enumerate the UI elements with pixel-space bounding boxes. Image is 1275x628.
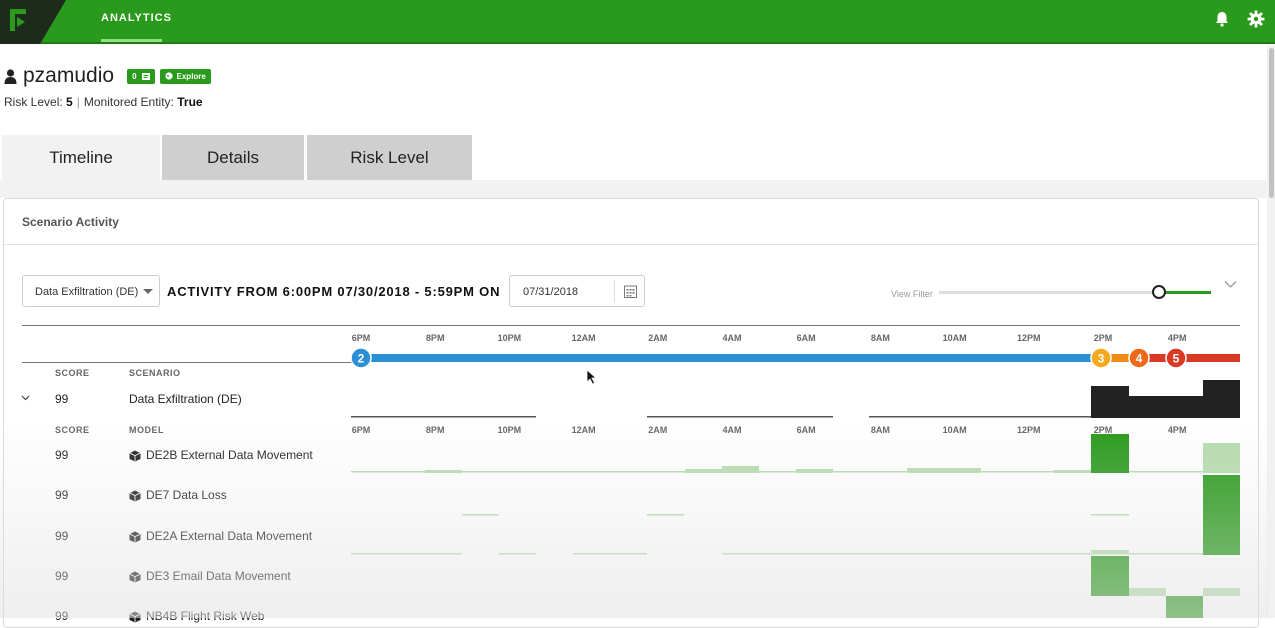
- mouse-pointer-icon: [586, 369, 597, 385]
- model-activity-bar: [685, 469, 722, 473]
- model-activity-bar: [1203, 588, 1240, 596]
- svg-text:3: 3: [1098, 352, 1105, 366]
- model-activity-bar: [796, 469, 833, 473]
- model-activity-bar: [1203, 475, 1240, 555]
- monitored-entity-label: Monitored Entity:: [83, 95, 174, 109]
- scenario-baseline-segment: [647, 416, 833, 418]
- explore-button[interactable]: Explore: [159, 68, 211, 84]
- user-icon: [4, 68, 17, 84]
- model-activity-bar: [1203, 443, 1240, 473]
- calendar-icon[interactable]: [624, 285, 637, 298]
- view-filter-fill: [1159, 291, 1211, 294]
- scenario-activity-bar: [1203, 380, 1240, 418]
- model-activity-bar: [907, 468, 981, 473]
- svg-text:5: 5: [1173, 352, 1180, 366]
- model-baseline-segment: [573, 553, 647, 555]
- scenario-baseline-segment: [351, 416, 536, 418]
- monitored-entity-value: True: [177, 95, 203, 109]
- model-activity-bar: [1091, 550, 1129, 554]
- scenario-select[interactable]: Data Exfiltration (DE): [22, 275, 160, 307]
- model-baseline-segment: [1129, 471, 1203, 473]
- risk-level-value: 5: [66, 95, 73, 109]
- nav-tab-indicator: [101, 39, 162, 42]
- explore-label: Explore: [176, 71, 206, 81]
- risk-band-segment: [361, 354, 1101, 362]
- risk-level-marker[interactable]: 2: [350, 347, 372, 369]
- note-icon: [141, 72, 150, 80]
- panel-title: Scenario Activity: [22, 215, 119, 229]
- timeline-top-rule: [22, 325, 1240, 326]
- view-filter-label: View Filter: [891, 289, 933, 299]
- tab-content-bar: [0, 180, 1268, 198]
- model-activity-bar: [1091, 434, 1129, 473]
- model-baseline-segment: [647, 514, 684, 516]
- scenario-baseline-segment: [869, 416, 1091, 418]
- user-header: pzamudio 0 Explore: [4, 64, 211, 88]
- model-activity-bar: [1054, 470, 1091, 473]
- nav-tab-analytics[interactable]: ANALYTICS: [101, 12, 172, 24]
- username: pzamudio: [23, 64, 115, 87]
- notes-badge[interactable]: 0: [127, 68, 155, 84]
- top-nav-bar: [0, 0, 1275, 44]
- model-activity-chart: [351, 434, 1240, 618]
- scenario-activity-bar: [1091, 386, 1129, 418]
- model-activity-bar: [425, 470, 462, 473]
- date-value[interactable]: 07/31/2018: [523, 286, 578, 298]
- risk-level-marker[interactable]: 5: [1165, 347, 1187, 369]
- tab-risk-level[interactable]: Risk Level: [307, 135, 472, 180]
- scenario-activity-bar: [1129, 396, 1203, 418]
- view-filter-handle[interactable]: [1152, 285, 1166, 299]
- risk-level-label: Risk Level:: [4, 95, 63, 109]
- caret-down-icon[interactable]: [143, 289, 153, 294]
- chevron-down-icon[interactable]: [1224, 280, 1237, 289]
- globe-icon: [164, 72, 173, 80]
- forcepoint-logo-icon: [10, 9, 26, 31]
- model-baseline-segment: [722, 553, 1203, 555]
- tab-timeline[interactable]: Timeline: [2, 135, 160, 180]
- activity-range-label: ACTIVITY FROM 6:00PM 07/30/2018 - 5:59PM…: [167, 284, 501, 299]
- notes-count: 0: [132, 71, 137, 81]
- risk-level-marker[interactable]: 4: [1128, 347, 1150, 369]
- model-baseline-segment: [351, 553, 462, 555]
- model-baseline-segment: [462, 514, 499, 516]
- model-activity-bar: [722, 466, 759, 473]
- panel-header: Scenario Activity: [4, 199, 1258, 245]
- scrollbar-thumb[interactable]: [1269, 48, 1274, 198]
- model-activity-bar: [1166, 596, 1203, 618]
- bell-icon[interactable]: [1213, 10, 1231, 28]
- svg-text:4: 4: [1136, 352, 1143, 366]
- risk-band-segment: [1139, 354, 1240, 362]
- risk-level-marker[interactable]: 3: [1090, 347, 1112, 369]
- gear-icon[interactable]: [1247, 10, 1265, 28]
- entity-meta: Risk Level: 5 | Monitored Entity: True: [4, 95, 203, 109]
- svg-text:2: 2: [358, 352, 365, 366]
- model-activity-bar: [1129, 588, 1166, 596]
- model-baseline-segment: [1091, 514, 1129, 516]
- model-activity-bar: [1091, 556, 1129, 596]
- date-picker[interactable]: 07/31/2018: [509, 275, 645, 307]
- tab-details[interactable]: Details: [162, 135, 304, 180]
- model-baseline-segment: [499, 553, 536, 555]
- scenario-activity-chart: [351, 380, 1240, 418]
